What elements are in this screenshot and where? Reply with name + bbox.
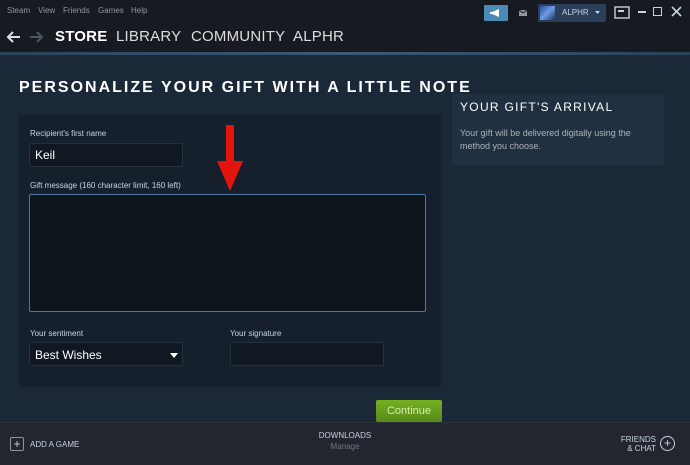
bottom-bar: + ADD A GAME DOWNLOADS Manage FRIENDS & …	[0, 422, 690, 465]
nav-bar: STORE LIBRARY COMMUNITY ALPHR	[0, 24, 690, 52]
account-menu[interactable]: ALPHR	[538, 4, 606, 22]
forward-arrow-icon[interactable]	[28, 30, 44, 44]
nav-profile[interactable]: ALPHR	[293, 28, 344, 45]
menu-steam[interactable]: Steam	[7, 6, 30, 15]
gift-arrival-panel: YOUR GIFT'S ARRIVAL Your gift will be de…	[452, 94, 664, 165]
account-name: ALPHR	[562, 8, 589, 17]
avatar	[540, 6, 555, 20]
back-arrow-icon[interactable]	[6, 30, 22, 44]
plus-glyph: +	[663, 436, 671, 450]
menu-bar: Steam View Friends Games Help ALPHR	[0, 0, 690, 24]
plus-icon[interactable]: +	[10, 437, 24, 451]
friends-label-line1: FRIENDS	[620, 435, 656, 444]
nav-community[interactable]: COMMUNITY	[191, 28, 285, 45]
menu-help[interactable]: Help	[131, 6, 147, 15]
caret-down-icon	[595, 11, 600, 14]
nav-library[interactable]: LIBRARY	[116, 28, 181, 45]
plus-circle-icon[interactable]: +	[660, 436, 675, 451]
menu-games[interactable]: Games	[98, 6, 124, 15]
sentiment-value: Best Wishes	[35, 348, 102, 362]
screenshot-icon[interactable]	[614, 6, 630, 19]
menu-view[interactable]: View	[38, 6, 55, 15]
megaphone-icon	[490, 9, 499, 17]
add-game-button[interactable]: ADD A GAME	[30, 440, 79, 449]
plus-glyph: +	[13, 437, 21, 451]
page-title: PERSONALIZE YOUR GIFT WITH A LITTLE NOTE	[19, 79, 472, 96]
annotation-arrow-icon	[217, 125, 243, 191]
maximize-button[interactable]	[653, 7, 662, 16]
gift-arrival-text: Your gift will be delivered digitally us…	[460, 128, 631, 151]
continue-button[interactable]: Continue	[376, 400, 442, 422]
signature-label: Your signature	[230, 329, 282, 338]
nav-store[interactable]: STORE	[55, 28, 107, 45]
envelope-icon	[518, 9, 528, 16]
main-content: PERSONALIZE YOUR GIFT WITH A LITTLE NOTE…	[0, 52, 690, 422]
close-icon[interactable]	[671, 6, 682, 17]
divider	[0, 52, 690, 55]
downloads-button[interactable]: DOWNLOADS	[300, 431, 390, 440]
menu-friends[interactable]: Friends	[63, 6, 90, 15]
caret-down-icon	[170, 353, 178, 358]
gift-message-label: Gift message (160 character limit, 160 l…	[30, 181, 181, 190]
sentiment-label: Your sentiment	[30, 329, 84, 338]
signature-input[interactable]	[230, 342, 384, 366]
recipient-label: Recipient's first name	[30, 129, 107, 138]
minimize-button[interactable]	[638, 11, 646, 13]
friends-label-line2: & CHAT	[627, 444, 656, 453]
downloads-manage-label: Manage	[330, 442, 360, 451]
gift-arrival-title: YOUR GIFT'S ARRIVAL	[460, 100, 614, 114]
notifications-button[interactable]	[512, 5, 534, 21]
gift-message-textarea[interactable]	[29, 194, 426, 312]
sentiment-select[interactable]: Best Wishes	[29, 342, 183, 366]
friends-chat-button[interactable]: FRIENDS & CHAT	[600, 435, 656, 453]
recipient-name-input[interactable]: Keil	[29, 143, 183, 167]
announcements-button[interactable]	[484, 5, 508, 21]
